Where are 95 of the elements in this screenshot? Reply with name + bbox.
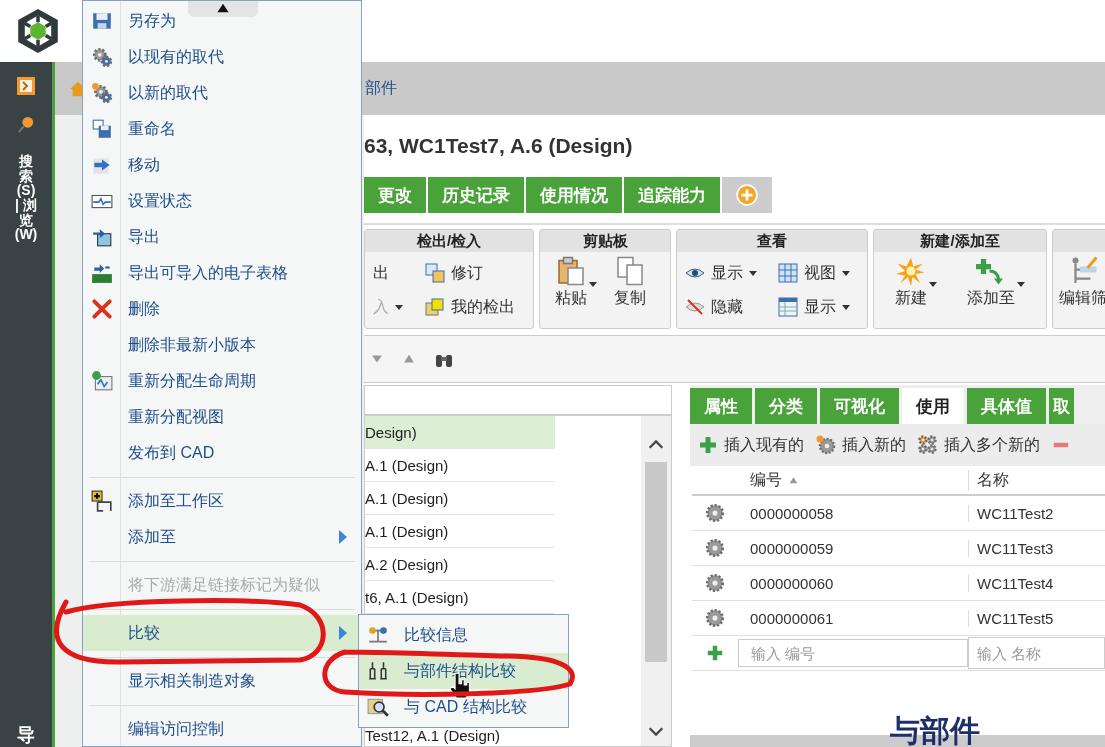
toolbar-button[interactable]: 新建: [895, 256, 937, 324]
menu-item[interactable]: 比较信息: [359, 617, 568, 653]
table-cell: WC11Test2: [977, 504, 1054, 522]
toolbar-button[interactable]: 出: [371, 261, 415, 285]
toolbar-button[interactable]: 隐藏: [683, 295, 768, 319]
add-tab-button[interactable]: [722, 177, 772, 213]
gears-icon: [918, 435, 938, 455]
menu-item[interactable]: 添加至: [83, 519, 361, 555]
table-cell: 0000000058: [750, 504, 834, 522]
menu-item[interactable]: 重命名: [83, 111, 361, 147]
rename-icon: [91, 118, 113, 140]
breadcrumb-link[interactable]: 部件: [365, 78, 397, 99]
toolbar-button[interactable]: 显示: [683, 261, 768, 285]
sort-up-icon: [788, 474, 799, 486]
scrollbar[interactable]: [641, 416, 671, 746]
column-header[interactable]: 编号: [750, 469, 782, 491]
copy-icon: [614, 256, 645, 286]
grid-icon: [778, 263, 798, 283]
clipboard-icon: [555, 256, 586, 286]
menu-item[interactable]: 比较: [83, 615, 361, 651]
eye-slash-icon: [685, 297, 705, 317]
table-cell: WC11Test5: [977, 609, 1054, 627]
gear-sparkle-icon: [816, 435, 836, 455]
menu-item[interactable]: 与 CAD 结构比较: [359, 689, 568, 725]
plus-icon[interactable]: [706, 644, 724, 662]
menu-item[interactable]: 发布到 CAD: [83, 435, 361, 471]
gear-icon: [704, 607, 726, 629]
menu-item[interactable]: 重新分配生命周期: [83, 363, 361, 399]
folder-stack-icon: [425, 297, 445, 317]
table-cell: 0000000061: [750, 609, 834, 627]
magnifier-icon: [367, 696, 389, 718]
toolbar-button[interactable]: 插入多个新的: [918, 434, 1040, 456]
plus-icon: [698, 435, 718, 455]
gears-icon: [91, 46, 113, 68]
group-title: 查看: [677, 230, 867, 252]
toolbar-button[interactable]: 粘贴: [554, 256, 597, 324]
tree-row[interactable]: Test12, A.1 (Design): [365, 727, 555, 746]
tree-row[interactable]: A.1 (Design): [365, 515, 555, 548]
panel-toggle-icon[interactable]: [16, 76, 36, 96]
tree-row[interactable]: A.1 (Design): [365, 482, 555, 515]
toolbar-button[interactable]: 添加至: [967, 256, 1025, 324]
group-header: [1053, 230, 1105, 252]
spreadsheet-icon: [91, 262, 113, 284]
toolbar-button[interactable]: 视图: [776, 261, 861, 285]
lifecycle-icon: [91, 370, 113, 392]
table-icon: [778, 297, 798, 317]
menu-item[interactable]: 导出: [83, 219, 361, 255]
toolbar-button[interactable]: 插入现有的: [698, 434, 804, 456]
tab[interactable]: 使用: [902, 388, 964, 424]
navigation-tab[interactable]: 搜索(S) | 浏览(W): [14, 154, 38, 243]
scroll-up-button[interactable]: [188, 1, 258, 17]
workspace-add-icon: [91, 490, 113, 512]
menu-item[interactable]: 另存为: [83, 3, 361, 39]
page-title: 63, WC1Test7, A.6 (Design): [364, 133, 634, 159]
tree-row[interactable]: A.2 (Design): [365, 548, 555, 581]
menu-item[interactable]: 添加至工作区: [83, 483, 361, 519]
gear-icon: [704, 572, 726, 594]
input-field[interactable]: 输入 编号: [738, 639, 968, 667]
group-title: 新建/添加至: [874, 230, 1046, 252]
menu-item[interactable]: 显示相关制造对象: [83, 663, 361, 699]
add-icon: [736, 184, 758, 206]
menu-item[interactable]: 删除: [83, 291, 361, 327]
document-ab-icon: [425, 263, 445, 283]
delete-icon: [91, 298, 113, 320]
menu-item[interactable]: 删除非最新小版本: [83, 327, 361, 363]
column-header[interactable]: 名称: [977, 470, 1009, 488]
tree-row[interactable]: A.1 (Design): [365, 449, 555, 482]
toolbar-button[interactable]: 我的检出: [423, 295, 527, 319]
toolbar-button[interactable]: 显示: [776, 295, 861, 319]
menu-item[interactable]: 导出可导入的电子表格: [83, 255, 361, 291]
gear-icon: [704, 502, 726, 524]
menu-item[interactable]: 以现有的取代: [83, 39, 361, 75]
toolbar-button[interactable]: 插入新的: [816, 434, 906, 456]
group-title: 检出/检入: [365, 230, 533, 252]
table-cell: 0000000060: [750, 574, 834, 592]
input-field[interactable]: 输入 名称: [968, 637, 1105, 669]
logo-icon: [16, 9, 60, 53]
toolbar-button[interactable]: 复制: [613, 256, 656, 324]
tree-row[interactable]: Design): [365, 416, 555, 449]
table-cell: WC11Test4: [977, 574, 1054, 592]
menu-item[interactable]: 编辑访问控制: [83, 711, 361, 747]
table-cell: WC11Test3: [977, 539, 1054, 557]
menu-item[interactable]: 以新的取代: [83, 75, 361, 111]
navigation-tab[interactable]: 导: [14, 726, 38, 745]
magnifier-icon[interactable]: [17, 116, 35, 134]
menu-item[interactable]: 重新分配视图: [83, 399, 361, 435]
caption-text: 与部件: [890, 716, 980, 746]
gear-icon: [704, 537, 726, 559]
toolbar-button[interactable]: 修订: [423, 261, 527, 285]
menu-item[interactable]: 移动: [83, 147, 361, 183]
group-title: 剪贴板: [540, 230, 670, 252]
sparkle-icon: [896, 256, 926, 286]
menu-item[interactable]: 设置状态: [83, 183, 361, 219]
gears-sparkle-icon: [91, 82, 113, 104]
table-cell: 0000000059: [750, 539, 834, 557]
